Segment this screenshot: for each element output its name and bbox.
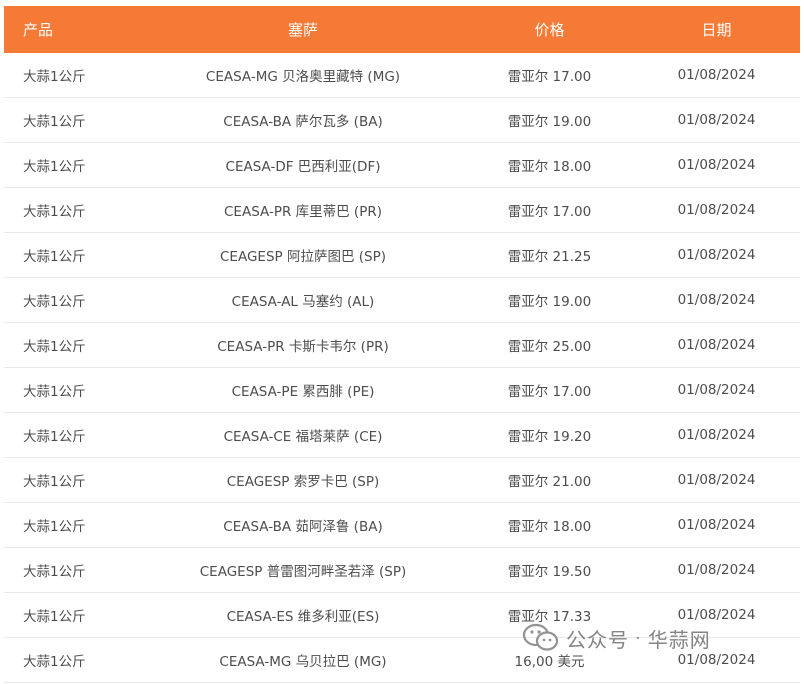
cell-product: 大蒜1公斤 [23,114,86,130]
cell-product: 大蒜1公斤 [23,69,86,85]
price-table: 产品 塞萨 价格 日期 大蒜1公斤 CEASA-MG 贝洛奥里藏特 (MG) 雷… [4,6,800,683]
cell-date: 01/08/2024 [677,607,756,623]
cell-product: 大蒜1公斤 [23,654,86,670]
cell-price: 雷亚尔 18.00 [507,519,592,535]
table-row: 大蒜1公斤 CEAGESP 普雷图河畔圣若泽 (SP) 雷亚尔 19.50 01… [4,548,800,593]
table-row: 大蒜1公斤 CEASA-PR 库里蒂巴 (PR) 雷亚尔 17.00 01/08… [4,188,800,233]
table-row: 大蒜1公斤 CEASA-DF 巴西利亚(DF) 雷亚尔 18.00 01/08/… [4,143,800,188]
cell-ceasa: CEASA-BA 萨尔瓦多 (BA) [223,114,383,130]
table-row: 大蒜1公斤 CEASA-PE 累西腓 (PE) 雷亚尔 17.00 01/08/… [4,368,800,413]
cell-price: 雷亚尔 18.00 [507,159,592,175]
cell-ceasa: CEASA-CE 福塔莱萨 (CE) [223,429,383,445]
table-row: 大蒜1公斤 CEASA-AL 马塞约 (AL) 雷亚尔 19.00 01/08/… [4,278,800,323]
cell-date: 01/08/2024 [677,652,756,668]
cell-date: 01/08/2024 [677,202,756,218]
cell-product: 大蒜1公斤 [23,159,86,175]
cell-price: 雷亚尔 21.25 [507,249,592,265]
cell-ceasa: CEAGESP 阿拉萨图巴 (SP) [220,249,386,265]
cell-ceasa: CEAGESP 普雷图河畔圣若泽 (SP) [199,564,407,580]
cell-price: 雷亚尔 19.00 [507,294,592,310]
cell-price: 雷亚尔 19.20 [507,429,592,445]
header-price: 价格 [534,21,565,39]
cell-product: 大蒜1公斤 [23,249,86,265]
cell-ceasa: CEASA-BA 茹阿泽鲁 (BA) [223,519,383,535]
cell-product: 大蒜1公斤 [23,384,86,400]
cell-price: 雷亚尔 19.50 [507,564,592,580]
cell-date: 01/08/2024 [677,337,756,353]
table-row: 大蒜1公斤 CEASA-CE 福塔莱萨 (CE) 雷亚尔 19.20 01/08… [4,413,800,458]
table-row: 大蒜1公斤 CEAGESP 索罗卡巴 (SP) 雷亚尔 21.00 01/08/… [4,458,800,503]
cell-ceasa: CEASA-AL 马塞约 (AL) [231,294,375,310]
table-row: 大蒜1公斤 CEASA-PR 卡斯卡韦尔 (PR) 雷亚尔 25.00 01/0… [4,323,800,368]
cell-ceasa: CEASA-ES 维多利亚(ES) [226,609,380,625]
cell-date: 01/08/2024 [677,517,756,533]
cell-date: 01/08/2024 [677,472,756,488]
cell-price: 雷亚尔 21.00 [507,474,592,490]
cell-price: 雷亚尔 17.00 [507,69,592,85]
cell-ceasa: CEASA-PR 库里蒂巴 (PR) [224,204,382,220]
cell-price: 雷亚尔 17.00 [507,384,592,400]
cell-price: 雷亚尔 25.00 [507,339,592,355]
wechat-icon [522,623,559,651]
watermark: 公众号 · 华蒜网 [522,622,711,654]
table-row: 大蒜1公斤 CEASA-MG 贝洛奥里藏特 (MG) 雷亚尔 17.00 01/… [4,53,800,98]
cell-date: 01/08/2024 [677,67,756,83]
cell-ceasa: CEASA-MG 贝洛奥里藏特 (MG) [205,69,401,85]
watermark-text-right: 华蒜网 [647,627,711,652]
cell-product: 大蒜1公斤 [23,519,86,535]
cell-price: 雷亚尔 19.00 [507,114,592,130]
header-product: 产品 [23,21,54,39]
header-date: 日期 [701,21,732,39]
header-ceasa: 塞萨 [287,21,318,39]
cell-product: 大蒜1公斤 [23,339,86,355]
cell-ceasa: CEASA-PE 累西腓 (PE) [231,384,375,400]
cell-product: 大蒜1公斤 [23,294,86,310]
cell-ceasa: CEAGESP 索罗卡巴 (SP) [226,474,380,490]
cell-product: 大蒜1公斤 [23,474,86,490]
cell-ceasa: CEASA-MG 乌贝拉巴 (MG) [219,654,387,670]
cell-date: 01/08/2024 [677,427,756,443]
table-row: 大蒜1公斤 CEASA-BA 茹阿泽鲁 (BA) 雷亚尔 18.00 01/08… [4,503,800,548]
cell-product: 大蒜1公斤 [23,429,86,445]
table-row: 大蒜1公斤 CEASA-BA 萨尔瓦多 (BA) 雷亚尔 19.00 01/08… [4,98,800,143]
cell-date: 01/08/2024 [677,562,756,578]
cell-date: 01/08/2024 [677,247,756,263]
watermark-text-left: 公众号 [566,627,629,652]
cell-ceasa: CEASA-DF 巴西利亚(DF) [225,159,381,175]
cell-ceasa: CEASA-PR 卡斯卡韦尔 (PR) [217,339,389,355]
cell-date: 01/08/2024 [677,382,756,398]
table-header: 产品 塞萨 价格 日期 [4,6,800,53]
cell-product: 大蒜1公斤 [23,564,86,580]
cell-date: 01/08/2024 [677,112,756,128]
table-row: 大蒜1公斤 CEAGESP 阿拉萨图巴 (SP) 雷亚尔 21.25 01/08… [4,233,800,278]
cell-date: 01/08/2024 [677,157,756,173]
watermark-separator: · [635,627,642,649]
cell-product: 大蒜1公斤 [23,609,86,625]
cell-date: 01/08/2024 [677,292,756,308]
cell-price: 雷亚尔 17.00 [507,204,592,220]
cell-product: 大蒜1公斤 [23,204,86,220]
